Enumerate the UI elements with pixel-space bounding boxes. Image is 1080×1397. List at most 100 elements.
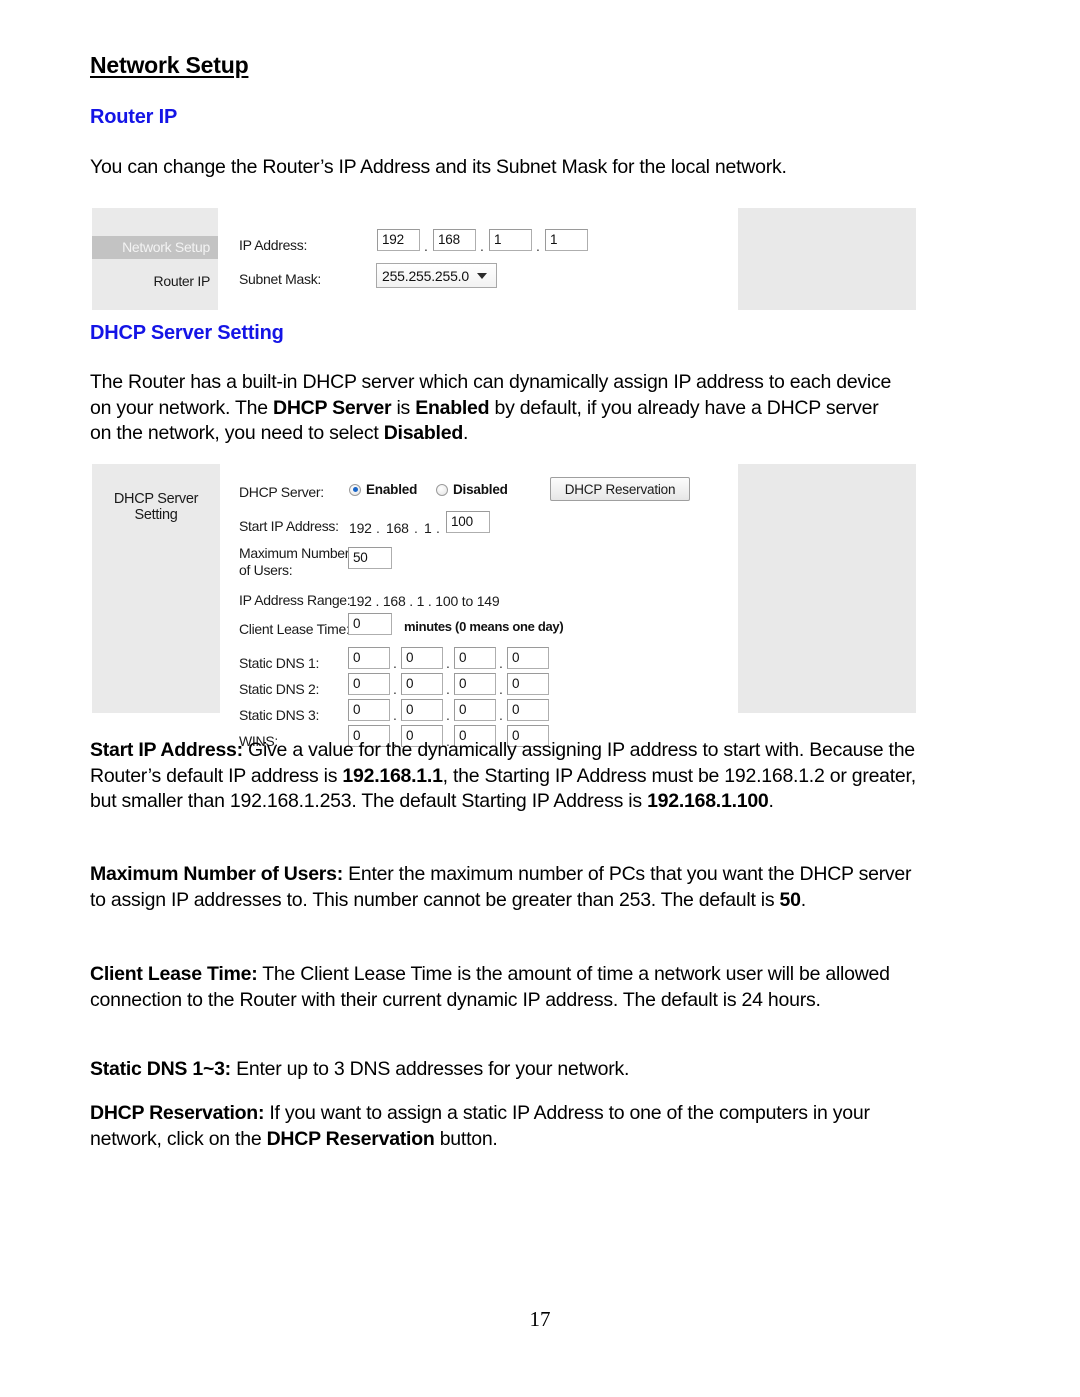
paragraph-max-users-t2: . — [800, 888, 806, 911]
radio-enabled-label: Enabled — [366, 482, 418, 497]
ip-range-value: 192 . 168 . 1 . 100 to 149 — [349, 593, 500, 609]
section-heading-dhcp: DHCP Server Setting — [90, 322, 284, 344]
static-dns2-octet-3[interactable]: 0 — [454, 673, 496, 695]
dns1-dot-2: . — [446, 655, 450, 671]
paragraph-intro: You can change the Router’s IP Address a… — [90, 155, 920, 181]
subnet-mask-value: 255.255.255.0 — [382, 268, 469, 284]
start-ip-dot-1: . — [376, 520, 380, 536]
paragraph-reserve-b1: DHCP Reservation — [266, 1127, 435, 1150]
dhcp-right-panel — [738, 464, 916, 713]
chevron-down-icon — [477, 273, 487, 279]
start-ip-octet-1: 192 — [349, 520, 372, 536]
paragraph-max-users: Maximum Number of Users: Enter the maxim… — [90, 862, 914, 913]
dns3-dot-1: . — [393, 707, 397, 723]
radio-disabled[interactable]: Disabled — [436, 482, 508, 497]
paragraph-start-ip-b2: 192.168.1.100 — [647, 790, 769, 812]
document-page: Network Setup Router IP You can change t… — [0, 0, 1080, 1397]
router-right-panel — [738, 208, 916, 310]
start-ip-dot-2: . — [414, 520, 418, 536]
paragraph-dhcp-desc-t2: is — [391, 396, 416, 419]
paragraph-static-dns: Static DNS 1~3: Enter up to 3 DNS addres… — [90, 1057, 920, 1083]
ip-address-octet-3[interactable]: 1 — [489, 229, 532, 251]
static-dns2-octet-4[interactable]: 0 — [507, 673, 549, 695]
paragraph-dhcp-desc: The Router has a built-in DHCP server wh… — [90, 370, 902, 447]
nav-item-dhcp-server-setting[interactable]: DHCP Server Setting — [92, 491, 220, 523]
paragraph-reserve-t2: button. — [434, 1127, 498, 1150]
dhcp-nav-panel: DHCP Server Setting — [92, 464, 220, 713]
static-dns3-octet-2[interactable]: 0 — [401, 699, 443, 721]
start-ip-dot-3: . — [436, 520, 440, 536]
paragraph-dhcp-desc-b1: DHCP Server — [273, 396, 392, 419]
paragraph-max-users-b1: 50 — [779, 888, 801, 911]
start-ip-last-octet[interactable]: 100 — [446, 511, 490, 533]
paragraph-dhcp-reservation: DHCP Reservation: If you want to assign … — [90, 1101, 910, 1152]
paragraph-dns-t1: Enter up to 3 DNS addresses for your net… — [230, 1058, 630, 1080]
subnet-mask-label: Subnet Mask: — [239, 271, 321, 287]
section-heading-router-ip: Router IP — [90, 106, 178, 128]
start-ip-octet-3: 1 — [424, 520, 432, 536]
radio-enabled-icon[interactable] — [349, 483, 361, 496]
static-dns2-octet-1[interactable]: 0 — [348, 673, 390, 695]
screenshot-router-ip: Network Setup Router IP IP Address: 192 … — [92, 208, 916, 310]
static-dns3-octet-3[interactable]: 0 — [454, 699, 496, 721]
paragraph-dhcp-desc-b2: Enabled — [415, 396, 490, 419]
paragraph-start-ip-term: Start IP Address: — [90, 739, 243, 761]
static-dns2-label: Static DNS 2: — [239, 681, 320, 697]
ip-range-label: IP Address Range: — [239, 592, 351, 608]
ip-dot-3: . — [536, 238, 540, 254]
dns1-dot-1: . — [393, 655, 397, 671]
dhcp-server-label: DHCP Server: — [239, 484, 324, 500]
dhcp-reservation-button[interactable]: DHCP Reservation — [550, 477, 690, 501]
lease-time-input[interactable]: 0 — [348, 613, 392, 635]
static-dns1-octet-3[interactable]: 0 — [454, 647, 496, 669]
ip-address-octet-2[interactable]: 168 — [433, 229, 476, 251]
paragraph-intro-text: You can change the Router’s IP Address a… — [90, 156, 787, 178]
dhcp-form: DHCP Server: Enabled Disabled DHCP Reser… — [220, 464, 738, 749]
max-users-label-line1: Maximum Number — [239, 545, 350, 561]
screenshot-dhcp-server: DHCP Server Setting DHCP Server: Enabled… — [92, 464, 916, 749]
ip-dot-2: . — [480, 238, 484, 254]
router-ip-form: IP Address: 192 . 168 . 1 . 1 Subnet Mas… — [220, 208, 738, 310]
dns3-dot-3: . — [499, 707, 503, 723]
static-dns3-octet-1[interactable]: 0 — [348, 699, 390, 721]
static-dns1-label: Static DNS 1: — [239, 655, 320, 671]
subnet-mask-select[interactable]: 255.255.255.0 — [376, 263, 497, 288]
paragraph-max-users-term: Maximum Number of Users: — [90, 863, 343, 885]
nav-item-network-setup[interactable]: Network Setup — [92, 236, 218, 259]
start-ip-octet-2: 168 — [386, 520, 409, 536]
dns2-dot-1: . — [393, 681, 397, 697]
radio-enabled[interactable]: Enabled — [349, 482, 417, 497]
start-ip-label: Start IP Address: — [239, 518, 339, 534]
dns2-dot-3: . — [499, 681, 503, 697]
paragraph-lease-term: Client Lease Time: — [90, 963, 258, 985]
ip-address-octet-1[interactable]: 192 — [377, 229, 420, 251]
page-number: 17 — [529, 1307, 551, 1331]
paragraph-dhcp-desc-b3: Disabled — [383, 422, 464, 444]
ip-address-octet-4[interactable]: 1 — [545, 229, 588, 251]
paragraph-dhcp-desc-t4: . — [462, 422, 469, 444]
max-users-input[interactable]: 50 — [348, 547, 392, 569]
max-users-label-line2: of Users: — [239, 562, 293, 578]
lease-time-label: Client Lease Time: — [239, 621, 350, 637]
paragraph-start-ip-t3: . — [768, 790, 774, 812]
paragraph-lease-time: Client Lease Time: The Client Lease Time… — [90, 962, 928, 1013]
radio-disabled-label: Disabled — [453, 482, 508, 497]
static-dns1-octet-2[interactable]: 0 — [401, 647, 443, 669]
dns2-dot-2: . — [446, 681, 450, 697]
dns3-dot-2: . — [446, 707, 450, 723]
paragraph-start-ip: Start IP Address: Give a value for the d… — [90, 738, 918, 815]
lease-time-hint: minutes (0 means one day) — [404, 619, 564, 634]
router-nav-panel: Network Setup Router IP — [92, 208, 218, 310]
radio-disabled-icon[interactable] — [436, 483, 448, 496]
static-dns3-label: Static DNS 3: — [239, 707, 320, 723]
nav-item-router-ip[interactable]: Router IP — [92, 270, 218, 293]
static-dns1-octet-4[interactable]: 0 — [507, 647, 549, 669]
static-dns3-octet-4[interactable]: 0 — [507, 699, 549, 721]
paragraph-dns-term: Static DNS 1~3: — [90, 1058, 231, 1080]
dns1-dot-3: . — [499, 655, 503, 671]
paragraph-reserve-term: DHCP Reservation: — [90, 1102, 265, 1124]
static-dns1-octet-1[interactable]: 0 — [348, 647, 390, 669]
ip-dot-1: . — [424, 238, 428, 254]
paragraph-start-ip-b1: 192.168.1.1 — [342, 764, 443, 787]
static-dns2-octet-2[interactable]: 0 — [401, 673, 443, 695]
